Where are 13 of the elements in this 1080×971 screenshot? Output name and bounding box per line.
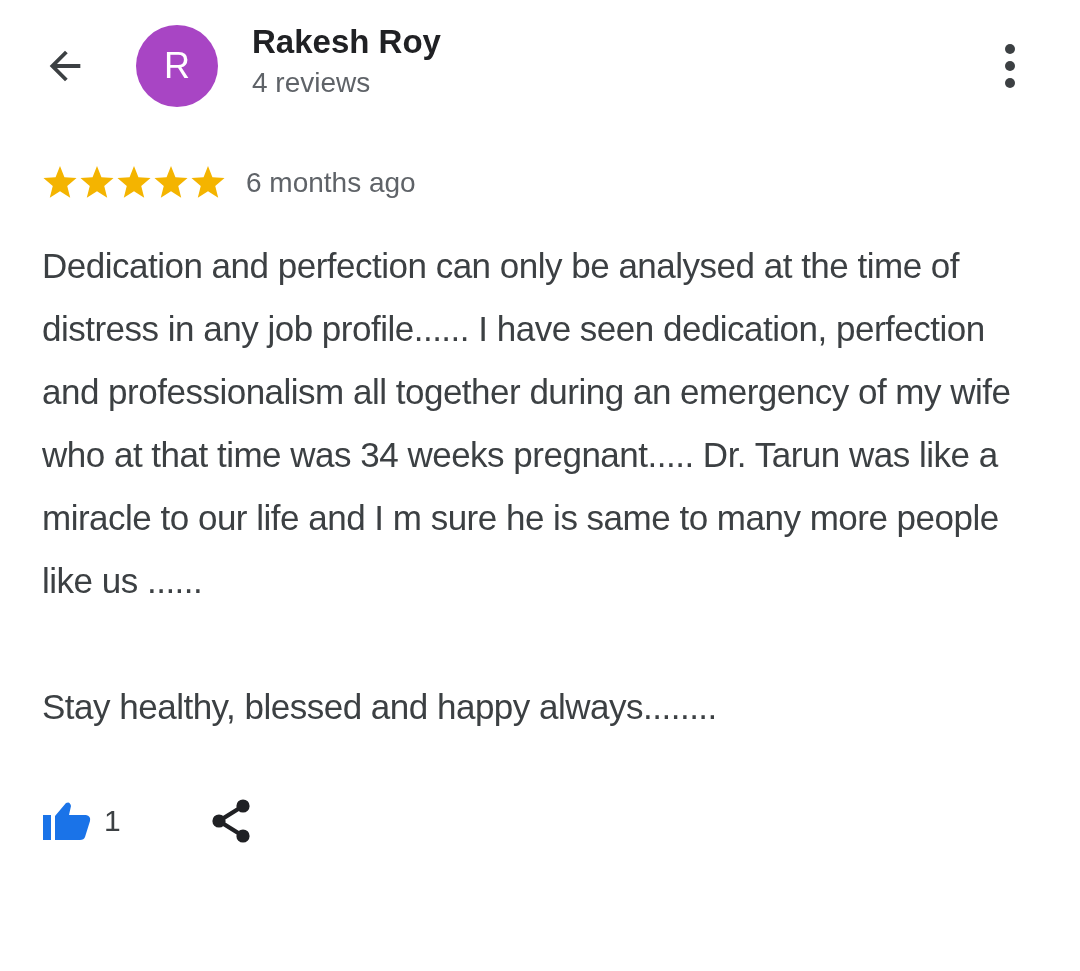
review-count: 4 reviews [252,67,372,99]
review-text: Stay healthy, blessed and happy always........ [42,686,718,728]
like-count: 1 [104,804,121,838]
star-icon [153,166,189,200]
review-text: Dedication and perfection can only be analysed at the time of distress in any job profile...... I have seen dedication, perfection and professionalism all together during an emergency of my wife who at that time was 34 weeks pregnant..... Dr. Tarun was like a miracle to our life and I m sure he is same to many more people like us ...... [42,245,1012,602]
review-time: 6 months ago [246,167,416,199]
star-icon [79,166,115,200]
star-icon [42,166,78,200]
avatar: R [136,25,218,107]
star-icon [116,166,152,200]
star-icon [190,166,226,200]
thumbs-up-icon[interactable] [42,801,92,841]
reviewer-name[interactable]: Rakesh Roy [252,23,1000,61]
